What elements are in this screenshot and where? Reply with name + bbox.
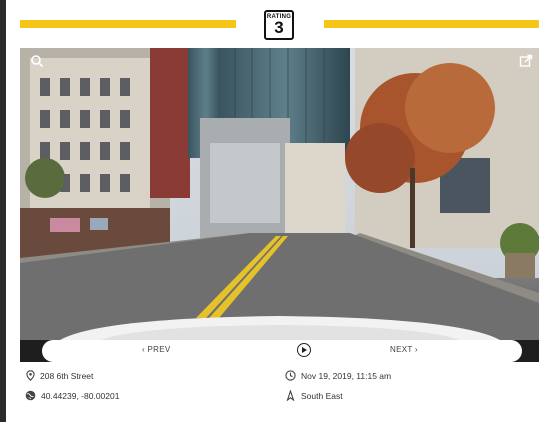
date-row: Nov 19, 2019, 11:15 am [285,370,391,381]
open-external-icon [519,54,533,67]
street-view-card: RATING 3 ‹ PREV NEXT › 208 6th Street 40… [6,0,539,422]
next-button[interactable]: NEXT › [390,345,418,354]
address-row: 208 6th Street [26,370,93,381]
coordinates-row: 40.44239, -80.00201 [25,390,119,401]
search-button[interactable] [26,50,48,72]
photo-navigation: ‹ PREV NEXT › [20,340,539,362]
navigation-pill: ‹ PREV NEXT › [42,340,522,362]
globe-icon [25,390,36,401]
address-text: 208 6th Street [40,370,94,381]
prev-button[interactable]: ‹ PREV [142,345,170,354]
direction-text: South East [301,390,343,401]
coordinates-text: 40.44239, -80.00201 [41,390,120,401]
map-pin-icon [26,370,35,381]
rating-value: 3 [274,18,284,37]
compass-icon [286,390,295,401]
rating-badge: RATING 3 [264,10,294,40]
search-icon [31,55,44,68]
rating-header: RATING 3 [6,0,539,48]
street-scene-image [20,48,539,340]
street-photo [20,48,539,340]
play-icon[interactable] [297,343,311,357]
rating-bar-left [20,20,236,28]
date-text: Nov 19, 2019, 11:15 am [301,370,392,381]
direction-row: South East [285,390,343,401]
open-external-button[interactable] [515,50,537,72]
rating-bar-right [324,20,539,28]
clock-icon [285,370,296,381]
